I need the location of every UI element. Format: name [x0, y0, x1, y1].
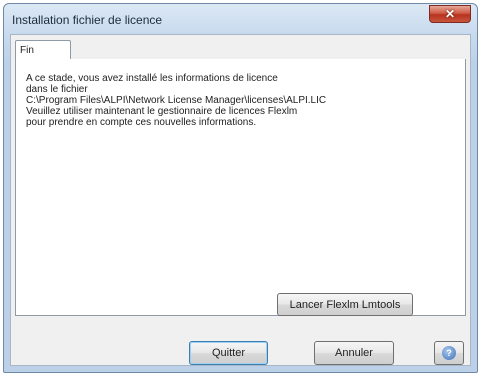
- title-bar[interactable]: Installation fichier de licence ✕: [4, 4, 477, 34]
- dialog-client-area: Fin A ce stade, vous avez installé les i…: [10, 34, 471, 366]
- window-title: Installation fichier de licence: [12, 13, 163, 27]
- message-text: A ce stade, vous avez installé les infor…: [26, 73, 326, 128]
- cancel-button[interactable]: Annuler: [314, 341, 394, 365]
- message-line: A ce stade, vous avez installé les infor…: [26, 73, 278, 84]
- message-line: Veuillez utiliser maintenant le gestionn…: [26, 106, 298, 117]
- launch-lmtools-button[interactable]: Lancer Flexlm Lmtools: [277, 293, 413, 316]
- tab-strip: Fin: [15, 39, 466, 60]
- message-line: pour prendre en compte ces nouvelles inf…: [26, 117, 257, 128]
- tab-fin[interactable]: Fin: [15, 40, 71, 60]
- dialog-window: Installation fichier de licence ✕ Fin A …: [3, 3, 478, 373]
- tab-panel: A ce stade, vous avez installé les infor…: [15, 59, 466, 316]
- message-line: C:\Program Files\ALPI\Network License Ma…: [26, 95, 327, 106]
- quit-button[interactable]: Quitter: [189, 341, 268, 365]
- help-icon: ?: [442, 346, 456, 360]
- close-icon: ✕: [444, 7, 456, 21]
- message-line: dans le fichier: [26, 84, 88, 95]
- close-button[interactable]: ✕: [429, 5, 471, 23]
- help-button[interactable]: ?: [434, 341, 464, 365]
